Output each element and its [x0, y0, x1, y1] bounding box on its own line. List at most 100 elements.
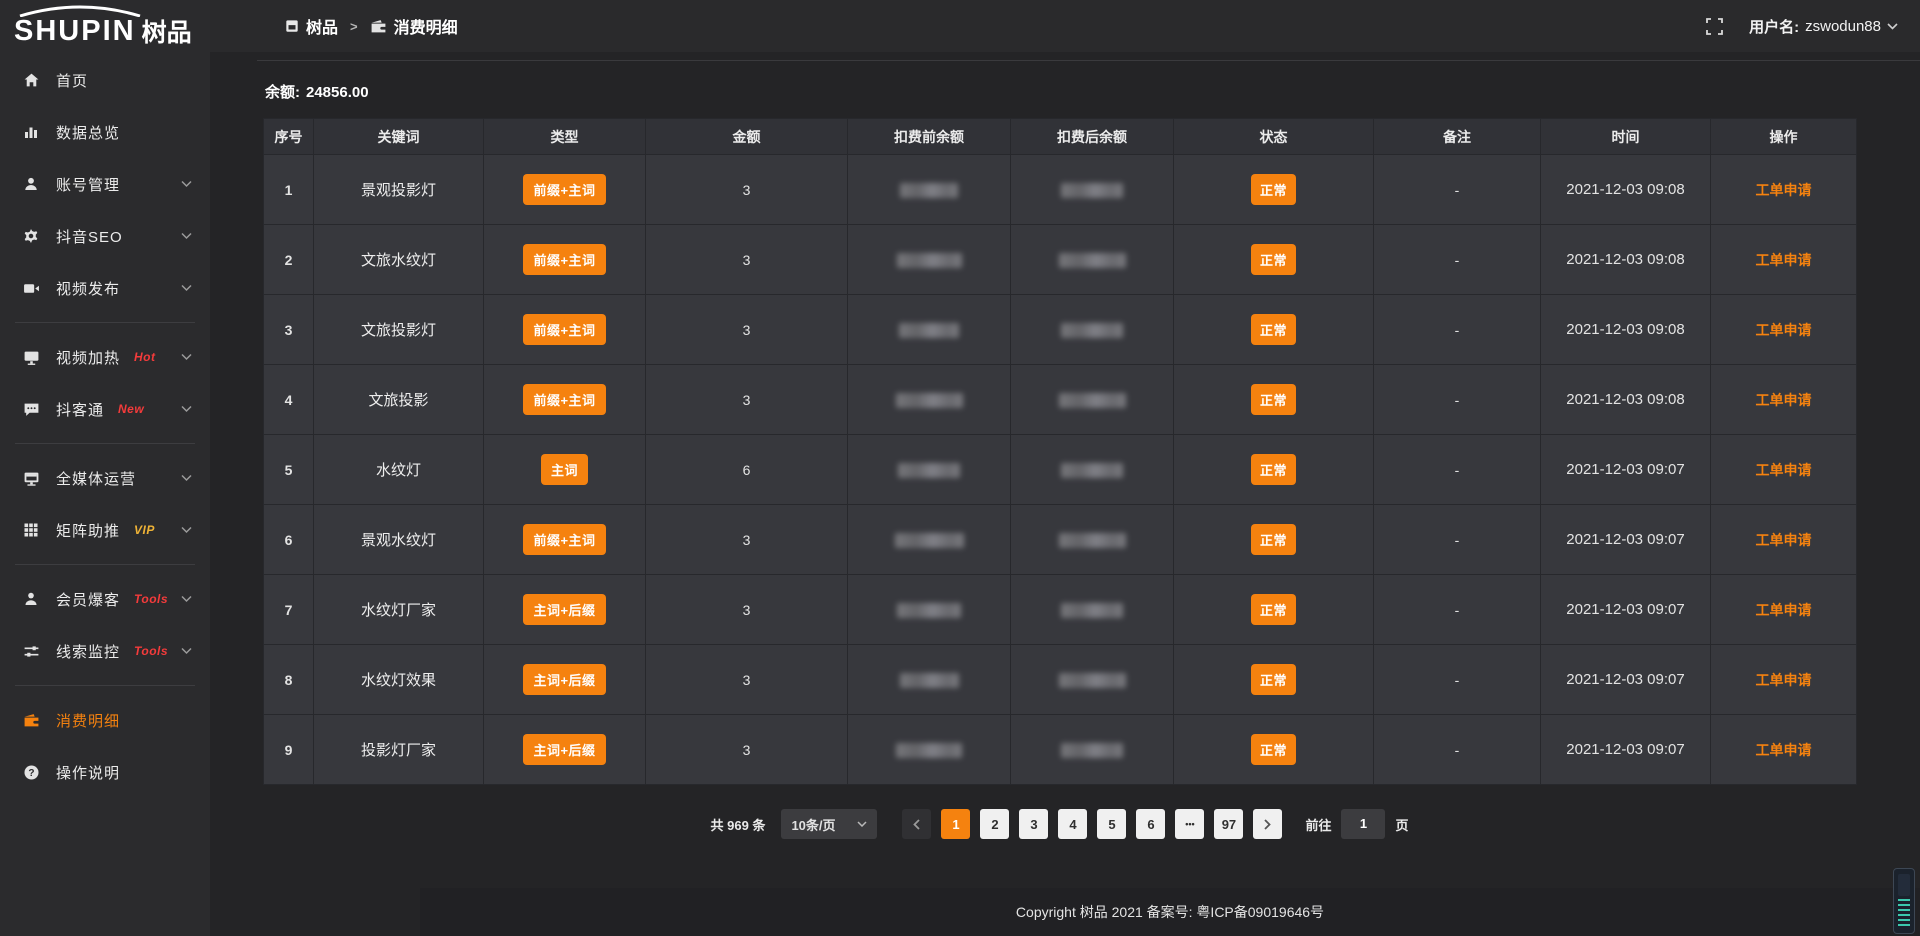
cell-note: -: [1374, 715, 1541, 785]
page-button-4[interactable]: 4: [1058, 809, 1087, 839]
table-row: 4文旅投影前缀+主词3正常-2021-12-03 09:08工单申请: [264, 365, 1857, 435]
status-badge: 正常: [1251, 734, 1296, 765]
sidebar-item-data-overview[interactable]: 数据总览: [0, 106, 210, 158]
sidebar-item-video-publish[interactable]: 视频发布: [0, 262, 210, 314]
cell-index: 8: [264, 645, 314, 715]
sidebar-item-member-burst[interactable]: 会员爆客Tools: [0, 573, 210, 625]
sidebar-item-video-heat[interactable]: 视频加热Hot: [0, 331, 210, 383]
work-order-link[interactable]: 工单申请: [1756, 672, 1812, 688]
cell-keyword: 水纹灯厂家: [314, 575, 484, 645]
work-order-link[interactable]: 工单申请: [1756, 602, 1812, 618]
table-header-row: 序号关键词类型金额扣费前余额扣费后余额状态备注时间操作: [264, 119, 1857, 155]
page-button-3[interactable]: 3: [1019, 809, 1048, 839]
sidebar-divider: [15, 322, 195, 323]
cell-action: 工单申请: [1711, 715, 1857, 785]
page-button-6[interactable]: 6: [1136, 809, 1165, 839]
sidebar-divider: [15, 685, 195, 686]
page-button-5[interactable]: 5: [1097, 809, 1126, 839]
cell-balance-after: [1011, 225, 1174, 295]
cell-status: 正常: [1174, 435, 1374, 505]
sidebar-item-consume-detail[interactable]: 消费明细: [0, 694, 210, 746]
chevron-down-icon: [181, 285, 192, 292]
cell-type: 前缀+主词: [484, 505, 646, 575]
floating-widget[interactable]: [1893, 868, 1915, 934]
page-size-select[interactable]: 10条/页: [781, 809, 877, 839]
sidebar-item-matrix-boost[interactable]: 矩阵助推VIP: [0, 504, 210, 556]
status-badge: 正常: [1251, 174, 1296, 205]
table-row: 5水纹灯主词6正常-2021-12-03 09:07工单申请: [264, 435, 1857, 505]
page-ellipsis-button[interactable]: •••: [1175, 809, 1204, 839]
sidebar-item-help[interactable]: ?操作说明: [0, 746, 210, 798]
wallet-icon: [22, 711, 40, 729]
cell-type: 前缀+主词: [484, 365, 646, 435]
sidebar-item-home[interactable]: 首页: [0, 54, 210, 106]
cell-balance-after: [1011, 155, 1174, 225]
goto-page-input[interactable]: 1: [1341, 809, 1385, 839]
status-badge: 正常: [1251, 384, 1296, 415]
page-button-2[interactable]: 2: [980, 809, 1009, 839]
cell-time: 2021-12-03 09:08: [1541, 365, 1711, 435]
sidebar-item-clue-monitor[interactable]: 线索监控Tools: [0, 625, 210, 677]
cell-balance-before: [848, 225, 1011, 295]
page-button-97[interactable]: 97: [1214, 809, 1243, 839]
work-order-link[interactable]: 工单申请: [1756, 462, 1812, 478]
column-header: 扣费前余额: [848, 119, 1011, 155]
cell-note: -: [1374, 365, 1541, 435]
work-order-link[interactable]: 工单申请: [1756, 182, 1812, 198]
breadcrumb-current[interactable]: 消费明细: [370, 14, 458, 38]
work-order-link[interactable]: 工单申请: [1756, 252, 1812, 268]
chevron-down-icon: [181, 354, 192, 361]
cell-type: 前缀+主词: [484, 155, 646, 225]
work-order-link[interactable]: 工单申请: [1756, 392, 1812, 408]
screen-icon: [22, 348, 40, 366]
fullscreen-icon[interactable]: [1706, 18, 1723, 35]
status-badge: 正常: [1251, 594, 1296, 625]
user-icon: [22, 175, 40, 193]
type-badge: 前缀+主词: [523, 174, 605, 205]
cell-action: 工单申请: [1711, 155, 1857, 225]
cell-balance-after: [1011, 435, 1174, 505]
cell-type: 前缀+主词: [484, 225, 646, 295]
home-icon: [22, 71, 40, 89]
masked-balance-before: [897, 603, 961, 618]
cell-balance-before: [848, 645, 1011, 715]
status-badge: 正常: [1251, 664, 1296, 695]
page-button-1[interactable]: 1: [941, 809, 970, 839]
breadcrumb-root-label: 树品: [306, 14, 338, 38]
sidebar-item-media-operation[interactable]: 全媒体运营: [0, 452, 210, 504]
cell-index: 1: [264, 155, 314, 225]
cell-balance-before: [848, 715, 1011, 785]
next-page-button[interactable]: [1253, 809, 1282, 839]
monitor-icon: [22, 469, 40, 487]
prev-page-button[interactable]: [902, 809, 931, 839]
app-logo[interactable]: SHUPIN 树品: [0, 0, 210, 52]
grid-icon: [285, 19, 299, 33]
logo-latin-text: SHUPIN: [14, 17, 136, 46]
cell-time: 2021-12-03 09:07: [1541, 505, 1711, 575]
cell-keyword: 文旅投影灯: [314, 295, 484, 365]
member-icon: [22, 590, 40, 608]
breadcrumb-root[interactable]: 树品: [285, 14, 338, 38]
cell-amount: 3: [646, 295, 848, 365]
pagination-total: 共 969 条: [711, 815, 766, 834]
work-order-link[interactable]: 工单申请: [1756, 532, 1812, 548]
user-menu[interactable]: 用户名: zswodun88: [1749, 16, 1898, 37]
cell-index: 6: [264, 505, 314, 575]
column-header: 扣费后余额: [1011, 119, 1174, 155]
chevron-down-icon: [181, 181, 192, 188]
cell-amount: 3: [646, 715, 848, 785]
masked-balance-after: [1059, 533, 1126, 548]
work-order-link[interactable]: 工单申请: [1756, 742, 1812, 758]
table-row: 1景观投影灯前缀+主词3正常-2021-12-03 09:08工单申请: [264, 155, 1857, 225]
pagination: 共 969 条 10条/页 123456•••97 前往 1 页: [263, 809, 1856, 839]
cell-action: 工单申请: [1711, 365, 1857, 435]
cell-type: 前缀+主词: [484, 295, 646, 365]
sidebar-item-badge: VIP: [134, 523, 155, 537]
cell-action: 工单申请: [1711, 575, 1857, 645]
sidebar-item-douyin-seo[interactable]: 抖音SEO: [0, 210, 210, 262]
masked-balance-after: [1059, 673, 1126, 688]
sidebar-item-douketong[interactable]: 抖客通New: [0, 383, 210, 435]
sidebar-item-account-manage[interactable]: 账号管理: [0, 158, 210, 210]
table-row: 8水纹灯效果主词+后缀3正常-2021-12-03 09:07工单申请: [264, 645, 1857, 715]
work-order-link[interactable]: 工单申请: [1756, 322, 1812, 338]
